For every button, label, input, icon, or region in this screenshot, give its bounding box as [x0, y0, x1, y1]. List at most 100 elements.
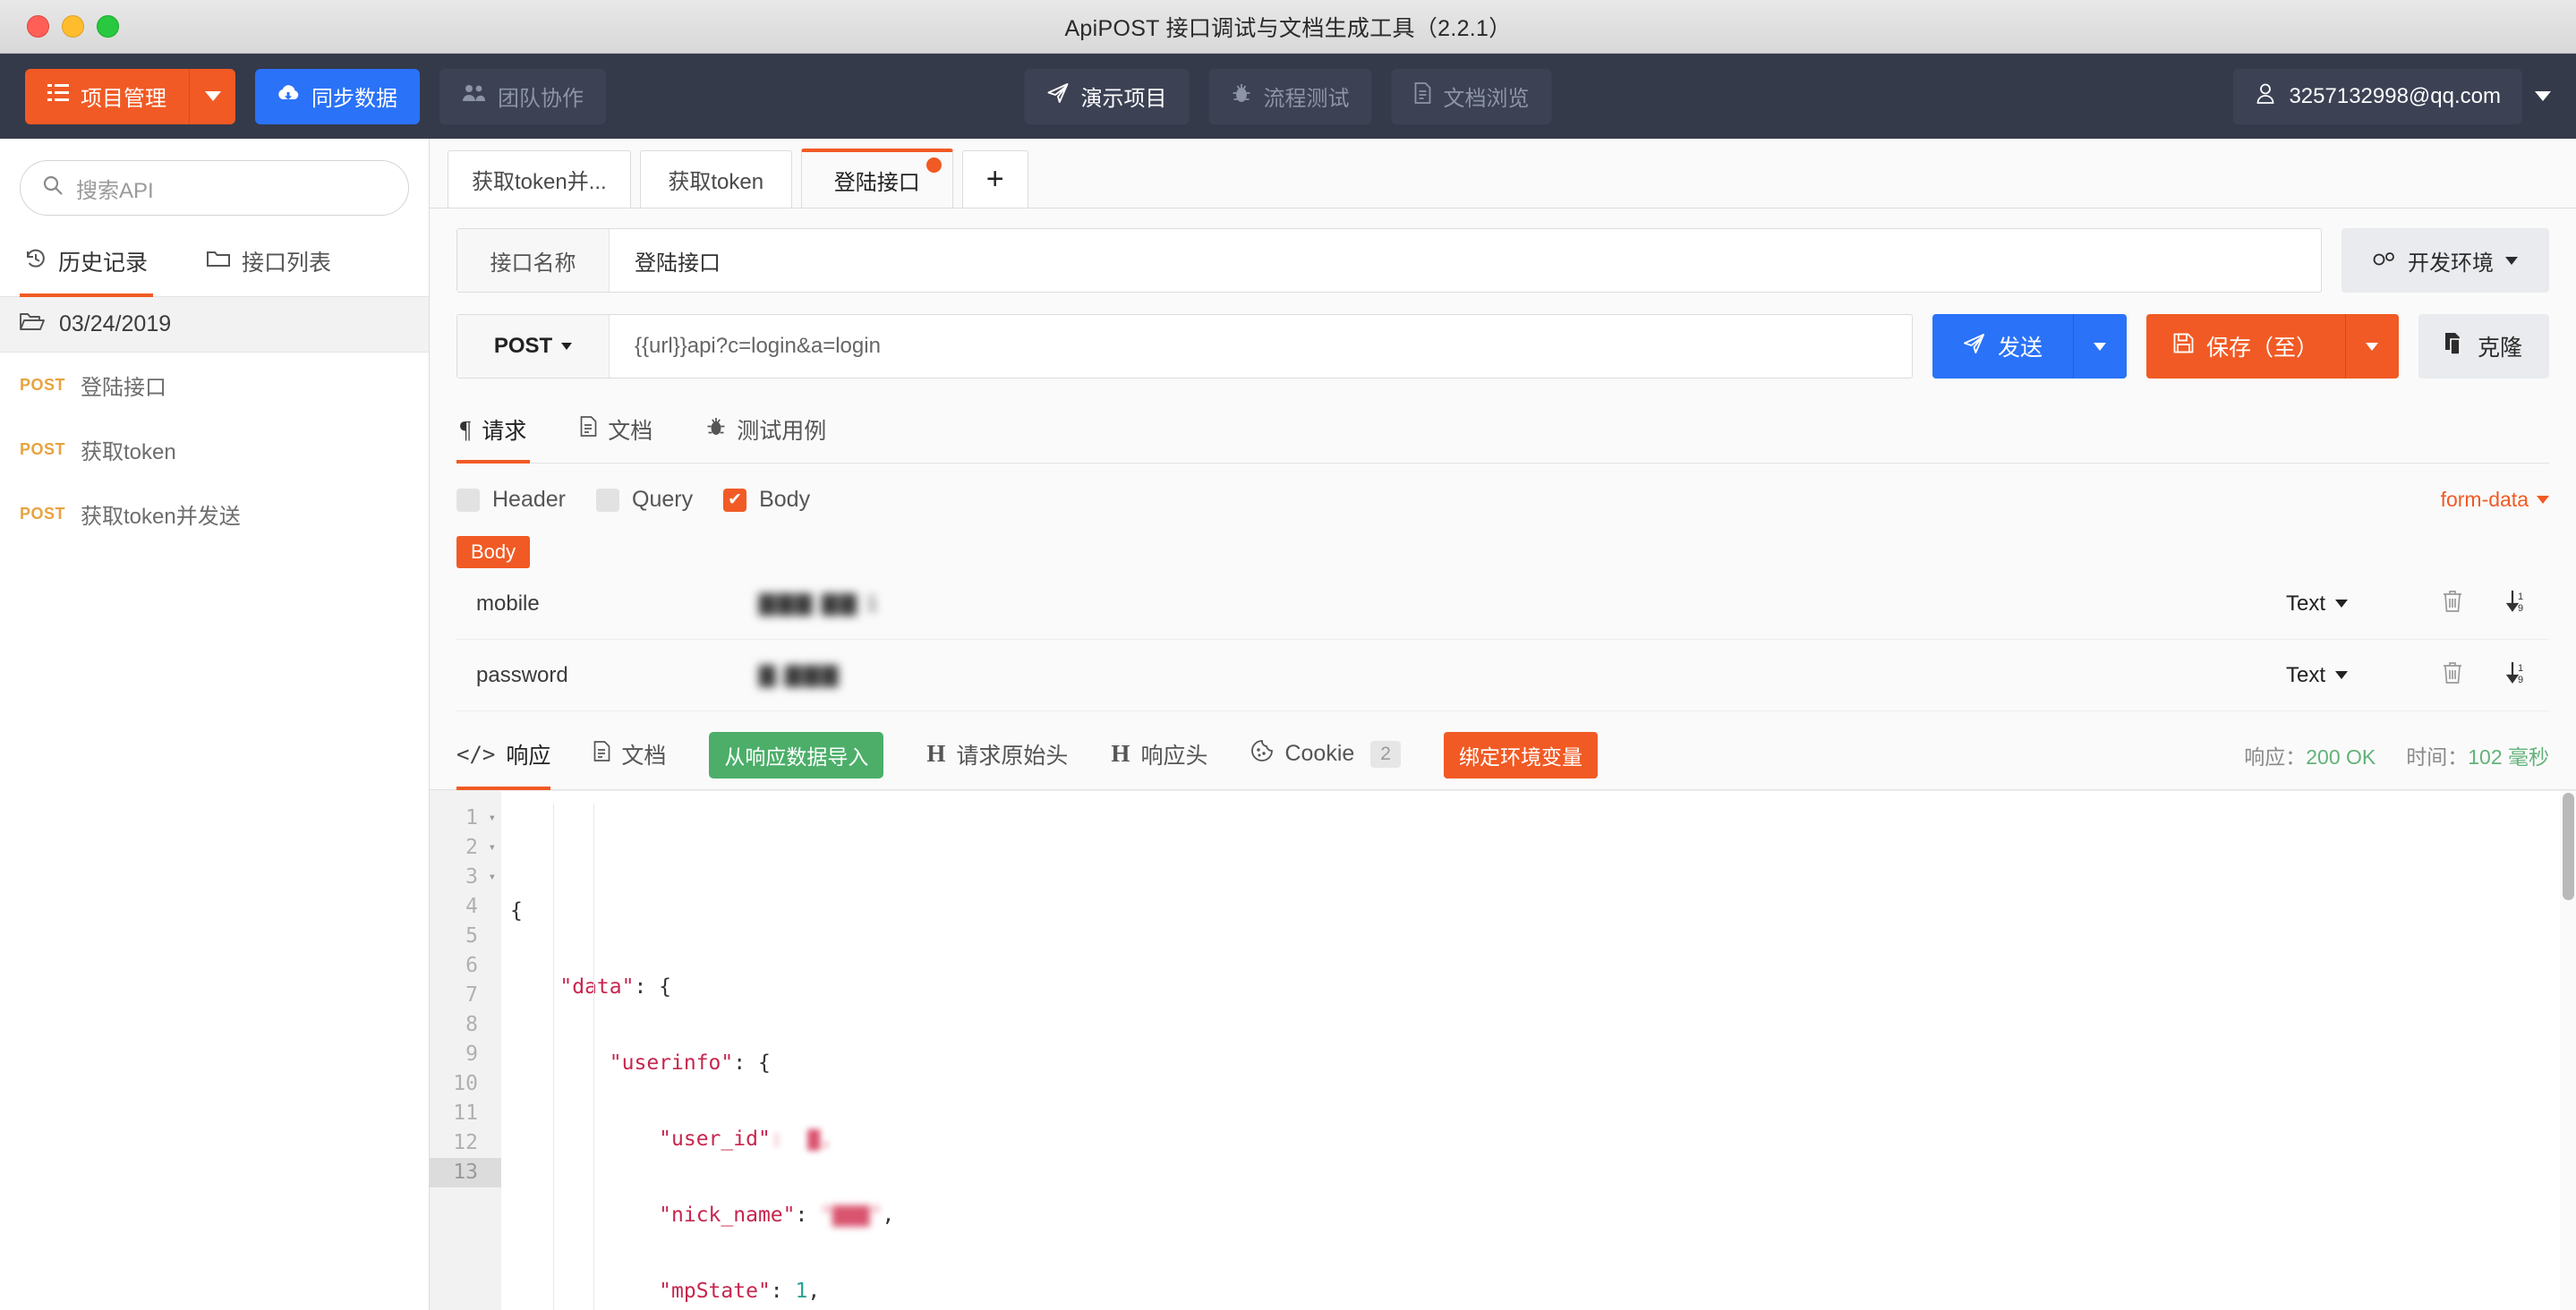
save-button[interactable]: 保存（至） [2145, 314, 2399, 379]
tab-1[interactable]: 获取token [639, 150, 792, 208]
trash-icon [2442, 661, 2463, 689]
document-icon [1414, 82, 1432, 110]
user-menu-chevron-down-icon[interactable] [2535, 91, 2551, 101]
user-account-button[interactable]: 3257132998@qq.com [2233, 68, 2522, 124]
request-tab-testcase[interactable]: 测试用例 [703, 404, 830, 464]
sort-desc-icon: 1 9 [2505, 660, 2529, 690]
gutter-line-10-no: 10 [453, 1072, 478, 1095]
import-from-response-button[interactable]: 从响应数据导入 [709, 731, 884, 778]
checkbox-body-label: Body [759, 487, 811, 512]
request-tab-doc[interactable]: 文档 [576, 404, 656, 464]
send-dropdown[interactable] [2072, 314, 2127, 379]
clone-button[interactable]: 克隆 [2418, 314, 2549, 379]
team-icon [462, 83, 486, 109]
sidebar-tab-apilist[interactable]: 接口列表 [201, 233, 337, 297]
request-pane: 接口名称 登陆接口 开发环境 POST {{url}}api?c=login&a… [430, 208, 2576, 711]
param-key-0[interactable]: mobile [456, 591, 752, 617]
sync-data-button[interactable]: 同步数据 [255, 68, 420, 124]
param-type-1[interactable]: Text [2286, 663, 2420, 688]
checkbox-body[interactable]: ✔ Body [723, 487, 810, 513]
plus-icon: + [985, 162, 1004, 196]
clone-label: 克隆 [2477, 336, 2522, 361]
checkbox-header[interactable]: Header [456, 487, 566, 513]
checkbox-query-label: Query [632, 487, 694, 512]
gutter-line-11-no: 11 [453, 1102, 478, 1125]
tab-2[interactable]: 登陆接口 [800, 149, 953, 208]
search-input[interactable]: 搜索API [20, 160, 409, 216]
save-dropdown[interactable] [2344, 314, 2399, 379]
team-collab-label: 团队协作 [498, 87, 584, 111]
gutter-line-8: 8 [430, 1010, 501, 1040]
response-tab-doc[interactable]: 文档 [593, 721, 666, 790]
search-placeholder: 搜索API [76, 178, 154, 203]
response-tab-raw-header[interactable]: H 请求原始头 [926, 721, 1068, 790]
api-name-row: 接口名称 登陆接口 开发环境 [456, 228, 2549, 293]
param-sort-0[interactable]: 1 9 [2485, 589, 2549, 618]
sidebar-item-2-label: 获取token并发送 [81, 504, 241, 529]
param-key-1[interactable]: password [456, 663, 752, 688]
fold-caret-icon[interactable]: ▾ [489, 804, 496, 833]
gutter-line-6-no: 6 [465, 954, 478, 977]
gutter-line-9-no: 9 [465, 1042, 478, 1066]
param-delete-1[interactable] [2420, 661, 2485, 689]
checkbox-query[interactable]: Query [596, 487, 693, 513]
demo-project-label: 演示项目 [1080, 87, 1167, 111]
response-json-editor[interactable]: ▾ 1 ▾ 2 ▾ 3 4 5 6 7 8 9 10 11 12 13 { "data… [430, 790, 2576, 1310]
api-name-value[interactable]: 登陆接口 [610, 229, 2321, 292]
editor-scrollbar[interactable] [2560, 791, 2576, 1310]
demo-project-button[interactable]: 演示项目 [1024, 68, 1190, 124]
sidebar-item-2[interactable]: POST 获取token并发送 [0, 481, 429, 546]
gutter-line-7-no: 7 [465, 983, 478, 1007]
svg-text:9: 9 [2518, 675, 2523, 685]
response-tabbar: </> 响应 文档 从响应数据导入 H 请求原始头 H 响应头 Cookie 2… [430, 720, 2576, 790]
param-sort-1[interactable]: 1 9 [2485, 660, 2549, 690]
param-value-0[interactable]: ▇▇▇ ▇▇ 1 [752, 591, 2286, 617]
sidebar-folder-row[interactable]: 03/24/2019 [0, 297, 429, 353]
save-button-main[interactable]: 保存（至） [2146, 314, 2345, 379]
environment-button[interactable]: 开发环境 [2341, 228, 2549, 293]
url-input[interactable]: {{url}}api?c=login&a=login [610, 315, 1912, 378]
sidebar-tab-apilist-label: 接口列表 [242, 251, 332, 276]
send-button-main[interactable]: 发送 [1932, 314, 2073, 379]
request-tab-request[interactable]: ¶ 请求 [456, 404, 531, 464]
url-field[interactable]: POST {{url}}api?c=login&a=login [456, 314, 1913, 379]
sidebar-item-0[interactable]: POST 登陆接口 [0, 353, 429, 417]
response-tab-cookie[interactable]: Cookie 2 [1250, 721, 1401, 790]
request-tab-request-label: 请求 [482, 419, 527, 444]
gutter-line-12-no: 12 [453, 1131, 478, 1154]
bind-env-variable-button[interactable]: 绑定环境变量 [1443, 731, 1598, 778]
sidebar-item-1[interactable]: POST 获取token [0, 417, 429, 481]
user-area: 3257132998@qq.com [2233, 68, 2551, 124]
checkbox-header-box [456, 488, 480, 512]
svg-text:1: 1 [2518, 663, 2523, 674]
window-title: ApiPOST 接口调试与文档生成工具（2.2.1） [1064, 15, 1512, 41]
sidebar-tab-history[interactable]: 历史记录 [20, 233, 154, 297]
table-row: mobile ▇▇▇ ▇▇ 1 Text 1 9 [456, 568, 2549, 640]
method-select[interactable]: POST [457, 315, 610, 378]
tab-0[interactable]: 获取token并... [448, 150, 631, 208]
param-value-1[interactable]: ▇.▇▇▇ [752, 662, 2286, 688]
team-collab-button[interactable]: 团队协作 [439, 68, 606, 124]
sidebar-item-1-label: 获取token [81, 439, 176, 464]
response-tab-resp-header[interactable]: H 响应头 [1111, 721, 1207, 790]
fold-caret-icon[interactable]: ▾ [489, 863, 496, 892]
api-name-label: 接口名称 [457, 229, 610, 292]
editor-code[interactable]: { "data": { "userinfo": { "user_id": ▇, … [501, 791, 2576, 1310]
doc-browse-button[interactable]: 文档浏览 [1391, 68, 1552, 124]
param-type-0[interactable]: Text [2286, 591, 2420, 617]
add-tab-button[interactable]: + [961, 150, 1028, 208]
editor-scrollbar-thumb[interactable] [2563, 793, 2574, 900]
response-tab-response[interactable]: </> 响应 [456, 721, 551, 790]
project-manage-dropdown[interactable] [189, 68, 235, 124]
flow-test-button[interactable]: 流程测试 [1208, 68, 1372, 124]
fold-caret-icon[interactable]: ▾ [489, 833, 496, 863]
tab-2-label: 登陆接口 [833, 170, 920, 195]
bug-icon [1232, 82, 1252, 110]
project-manage-button[interactable]: 项目管理 [25, 68, 189, 124]
param-delete-0[interactable] [2420, 590, 2485, 617]
send-plane-icon [1047, 82, 1070, 110]
param-value-1-text: ▇.▇▇▇ [759, 663, 840, 687]
api-name-field[interactable]: 接口名称 登陆接口 [456, 228, 2322, 293]
send-button[interactable]: 发送 [1932, 314, 2127, 379]
content-type-select[interactable]: form-data [2441, 488, 2549, 512]
